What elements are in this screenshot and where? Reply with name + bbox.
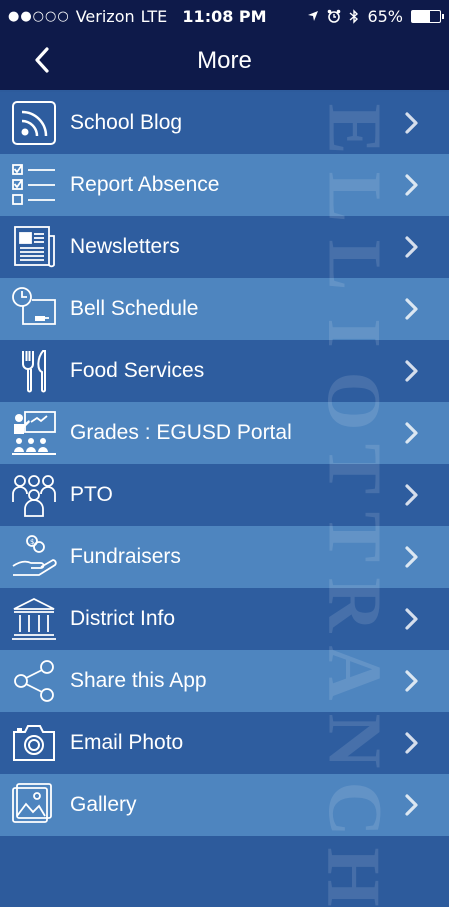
nav-bar: More bbox=[0, 32, 449, 90]
people-icon bbox=[10, 471, 58, 519]
chevron-left-icon bbox=[35, 47, 49, 73]
chevron-right-icon bbox=[405, 732, 418, 754]
menu-item-report-absence[interactable]: Report Absence bbox=[0, 154, 449, 216]
fork-knife-icon bbox=[10, 347, 58, 395]
bluetooth-icon bbox=[349, 8, 359, 24]
status-left: ●●○○○ Verizon LTE bbox=[8, 7, 307, 26]
menu-item-share-this-app[interactable]: Share this App bbox=[0, 650, 449, 712]
hand-coins-icon: $ bbox=[10, 533, 58, 581]
location-icon bbox=[308, 11, 319, 21]
menu-item-label: Food Services bbox=[70, 359, 205, 382]
menu-item-fundraisers[interactable]: $ Fundraisers bbox=[0, 526, 449, 588]
menu-item-label: Grades : EGUSD Portal bbox=[70, 421, 292, 444]
building-icon bbox=[10, 595, 58, 643]
menu-item-label: Fundraisers bbox=[70, 545, 181, 568]
svg-text:$: $ bbox=[30, 538, 34, 546]
gallery-icon bbox=[10, 781, 58, 829]
chevron-right-icon bbox=[405, 298, 418, 320]
checklist-icon bbox=[10, 161, 58, 209]
menu-item-label: PTO bbox=[70, 483, 113, 506]
clock-board-icon bbox=[10, 285, 58, 333]
share-icon bbox=[10, 657, 58, 705]
chevron-right-icon bbox=[405, 484, 418, 506]
menu-list: School Blog Report Absence Newsletters Bell… bbox=[0, 92, 449, 836]
chevron-right-icon bbox=[405, 608, 418, 630]
back-button[interactable] bbox=[22, 40, 62, 80]
classroom-icon bbox=[10, 409, 58, 457]
battery-icon bbox=[411, 9, 444, 23]
chevron-right-icon bbox=[405, 794, 418, 816]
network-type: LTE bbox=[140, 6, 168, 26]
menu-item-label: Share this App bbox=[70, 669, 207, 692]
menu-item-label: Bell Schedule bbox=[70, 297, 199, 320]
menu-item-label: Email Photo bbox=[70, 731, 184, 754]
status-right: 65% bbox=[307, 6, 444, 26]
menu-item-label: School Blog bbox=[70, 111, 183, 134]
status-bar: ●●○○○ Verizon LTE 11:08 PM 65% bbox=[0, 0, 449, 32]
watermark-letter: H bbox=[312, 847, 396, 907]
battery-percent: 65% bbox=[367, 6, 403, 26]
menu-item-bell-schedule[interactable]: Bell Schedule bbox=[0, 278, 449, 340]
alarm-icon bbox=[328, 9, 341, 23]
chevron-right-icon bbox=[405, 546, 418, 568]
menu-item-label: Gallery bbox=[70, 793, 137, 816]
carrier-name: Verizon bbox=[75, 6, 135, 26]
menu-item-email-photo[interactable]: Email Photo bbox=[0, 712, 449, 774]
menu-item-label: District Info bbox=[70, 607, 176, 630]
menu-item-food-services[interactable]: Food Services bbox=[0, 340, 449, 402]
chevron-right-icon bbox=[405, 174, 418, 196]
menu-item-gallery[interactable]: Gallery bbox=[0, 774, 449, 836]
chevron-right-icon bbox=[405, 360, 418, 382]
chevron-right-icon bbox=[405, 112, 418, 134]
menu-item-grades-egusd-portal[interactable]: Grades : EGUSD Portal bbox=[0, 402, 449, 464]
camera-icon bbox=[10, 719, 58, 767]
menu-item-pto[interactable]: PTO bbox=[0, 464, 449, 526]
chevron-right-icon bbox=[405, 236, 418, 258]
battery-fill bbox=[412, 10, 431, 22]
menu-item-district-info[interactable]: District Info bbox=[0, 588, 449, 650]
signal-strength-icon: ●●○○○ bbox=[8, 8, 70, 24]
page-title: More bbox=[197, 47, 252, 74]
menu-item-label: Newsletters bbox=[70, 235, 180, 258]
rss-icon bbox=[10, 99, 58, 147]
menu-item-label: Report Absence bbox=[70, 173, 220, 196]
menu-item-school-blog[interactable]: School Blog bbox=[0, 92, 449, 154]
chevron-right-icon bbox=[405, 422, 418, 444]
menu-item-newsletters[interactable]: Newsletters bbox=[0, 216, 449, 278]
newspaper-icon bbox=[10, 223, 58, 271]
chevron-right-icon bbox=[405, 670, 418, 692]
